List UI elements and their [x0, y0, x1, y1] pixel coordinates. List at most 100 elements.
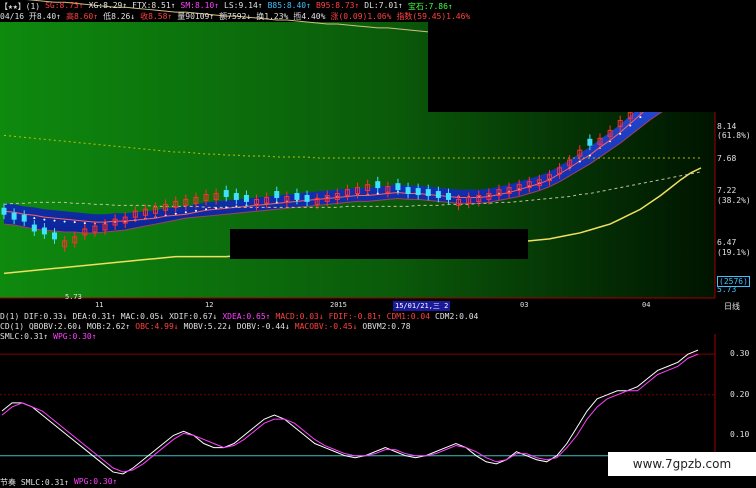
band-dot	[225, 206, 228, 209]
band-dot	[63, 220, 66, 223]
band-dot	[33, 217, 36, 220]
band-dot	[235, 205, 238, 208]
obv-item: CD(1) QBOBV:2.60↓	[0, 322, 82, 331]
candle-body	[294, 193, 300, 200]
indicator-header-item: 宝石:7.86↑	[407, 2, 453, 11]
indicator-header-item: SM:8.10↑	[180, 1, 220, 10]
band-dot	[205, 208, 208, 211]
low-price-marker: 5.73	[65, 293, 82, 301]
macd-item: XDIF:0.67↓	[169, 312, 218, 321]
oscillator-header-item: WPG:0.30↑	[53, 332, 97, 341]
macd-item: FDIF:-0.81↑	[328, 312, 382, 321]
candle-body	[223, 190, 229, 197]
quote-header-item: 换1.23%	[256, 12, 289, 21]
candle-body	[21, 214, 27, 222]
price-tick-label: (19.1%)	[717, 248, 751, 257]
obv-item: MOBV:5.22↓	[183, 322, 232, 331]
oscillator-footer: 节奏 SMLC:0.31↑ WPG:0.30↑	[0, 477, 117, 488]
price-tick-label: 5.73	[717, 285, 737, 294]
band-dot	[376, 192, 379, 195]
band-dot	[83, 222, 86, 225]
macd-item: DEA:0.31↑	[72, 312, 116, 321]
band-dot	[619, 132, 622, 135]
band-dot	[215, 207, 218, 210]
indicator-header-item: B95:8.73↑	[315, 1, 360, 10]
band-dot	[629, 124, 632, 127]
indicator-header-item: DL:7.01↑	[364, 1, 403, 10]
band-dot	[73, 221, 76, 224]
indicator-header-item: FTX:8.51↑	[132, 1, 176, 10]
band-dot	[184, 211, 187, 214]
osc-tick-label: 0.30	[730, 349, 750, 359]
price-tick-label: 8.14	[717, 122, 737, 131]
period-label[interactable]: 日线	[724, 301, 740, 312]
candle-body	[1, 207, 7, 215]
candle-body	[304, 194, 310, 202]
price-tick-label: 7.68	[717, 154, 737, 163]
quote-header-item: 收8.58↑	[140, 12, 173, 21]
quote-header-item: 揯4.40%	[293, 12, 326, 21]
candle-body	[425, 189, 431, 196]
quote-header-item: 额7592↓	[219, 12, 252, 21]
oscillator-footer-item: WPG:0.30↑	[73, 477, 118, 486]
osc-line-wpg	[1, 353, 699, 473]
obv-item: OBVM2:0.78	[362, 322, 411, 331]
candle-body	[31, 224, 37, 232]
candle-body	[274, 191, 280, 198]
obv-item: DOBV:-0.44↓	[236, 322, 290, 331]
date-tick-label: 2015	[330, 301, 347, 309]
cursor-date: 15/01/21,三	[395, 302, 440, 310]
candle-body	[375, 181, 381, 189]
indicator-header-item: B85:8.40↑	[267, 1, 311, 10]
candle-body	[445, 193, 451, 200]
candle-body	[415, 188, 421, 195]
macd-item: CDM1:0.04	[386, 312, 431, 321]
quote-header-item: 高8.60↑	[65, 12, 99, 21]
candle-body	[11, 212, 17, 220]
oscillator-footer-item: 节奏 SMLC:0.31↑	[0, 478, 69, 487]
band-dot	[588, 154, 591, 157]
indicator-header-item: XG:8.29↑	[88, 1, 128, 10]
band-dot	[639, 116, 642, 119]
candle-body	[233, 193, 239, 200]
indicator-header-item: LS:9.14↑	[224, 1, 263, 10]
date-tick-label: 12	[205, 301, 214, 309]
redaction-box-middle	[230, 229, 528, 259]
band-dot	[174, 212, 177, 215]
candle-body	[405, 187, 411, 195]
candle-body	[395, 183, 401, 191]
oscillator-header: SMLC:0.31↑ WPG:0.30↑	[0, 332, 97, 341]
candle-body	[435, 191, 441, 198]
oscillator-header-item: SMLC:0.31↑	[0, 332, 49, 341]
quote-header-item: 指数(59.45)1.46%	[396, 12, 471, 21]
quote-header-item: 量90109↑	[177, 12, 215, 21]
obv-indicator-row: CD(1) QBOBV:2.60↓ MOB:2.62↑ OBC:4.99↓ MOBV:…	[0, 322, 411, 331]
band-dot	[194, 209, 197, 212]
obv-item: MACOBV:-0.45↓	[294, 322, 358, 331]
indicator-header-item: 【★★】(1)	[0, 2, 41, 11]
quote-header-item: 低8.26↓	[103, 12, 136, 21]
cursor-value: 2	[444, 302, 449, 310]
price-tick-label: (61.8%)	[717, 131, 751, 140]
date-tick-label: 04	[642, 301, 651, 309]
cursor-date-label: 15/01/21,三 2	[393, 301, 451, 311]
macd-item: MAC:0.05↓	[120, 312, 165, 321]
obv-item: MOB:2.62↑	[86, 322, 131, 331]
macd-indicator-row: D(1) DIF:0.33↓ DEA:0.31↑ MAC:0.05↓ XDIF:0.6…	[0, 312, 478, 321]
band-dot	[43, 218, 46, 221]
candle-body	[243, 194, 249, 202]
osc-tick-label: 0.20	[730, 389, 750, 399]
macd-item: XDEA:0.65↑	[222, 312, 271, 321]
candle-body	[52, 232, 58, 240]
date-tick-label: 11	[95, 301, 104, 309]
obv-item: OBC:4.99↓	[135, 322, 179, 331]
osc-tick-label: 0.10	[730, 430, 750, 440]
macd-item: D(1) DIF:0.33↓	[0, 312, 68, 321]
candle-body	[587, 138, 593, 146]
candle-body	[41, 227, 47, 235]
watermark: www.7gpzb.com	[608, 452, 756, 476]
price-tick-label: (38.2%)	[717, 196, 751, 205]
redaction-box-top-right	[428, 22, 756, 112]
price-tick-label: 6.47	[717, 238, 737, 247]
date-tick-label: 03	[520, 301, 529, 309]
